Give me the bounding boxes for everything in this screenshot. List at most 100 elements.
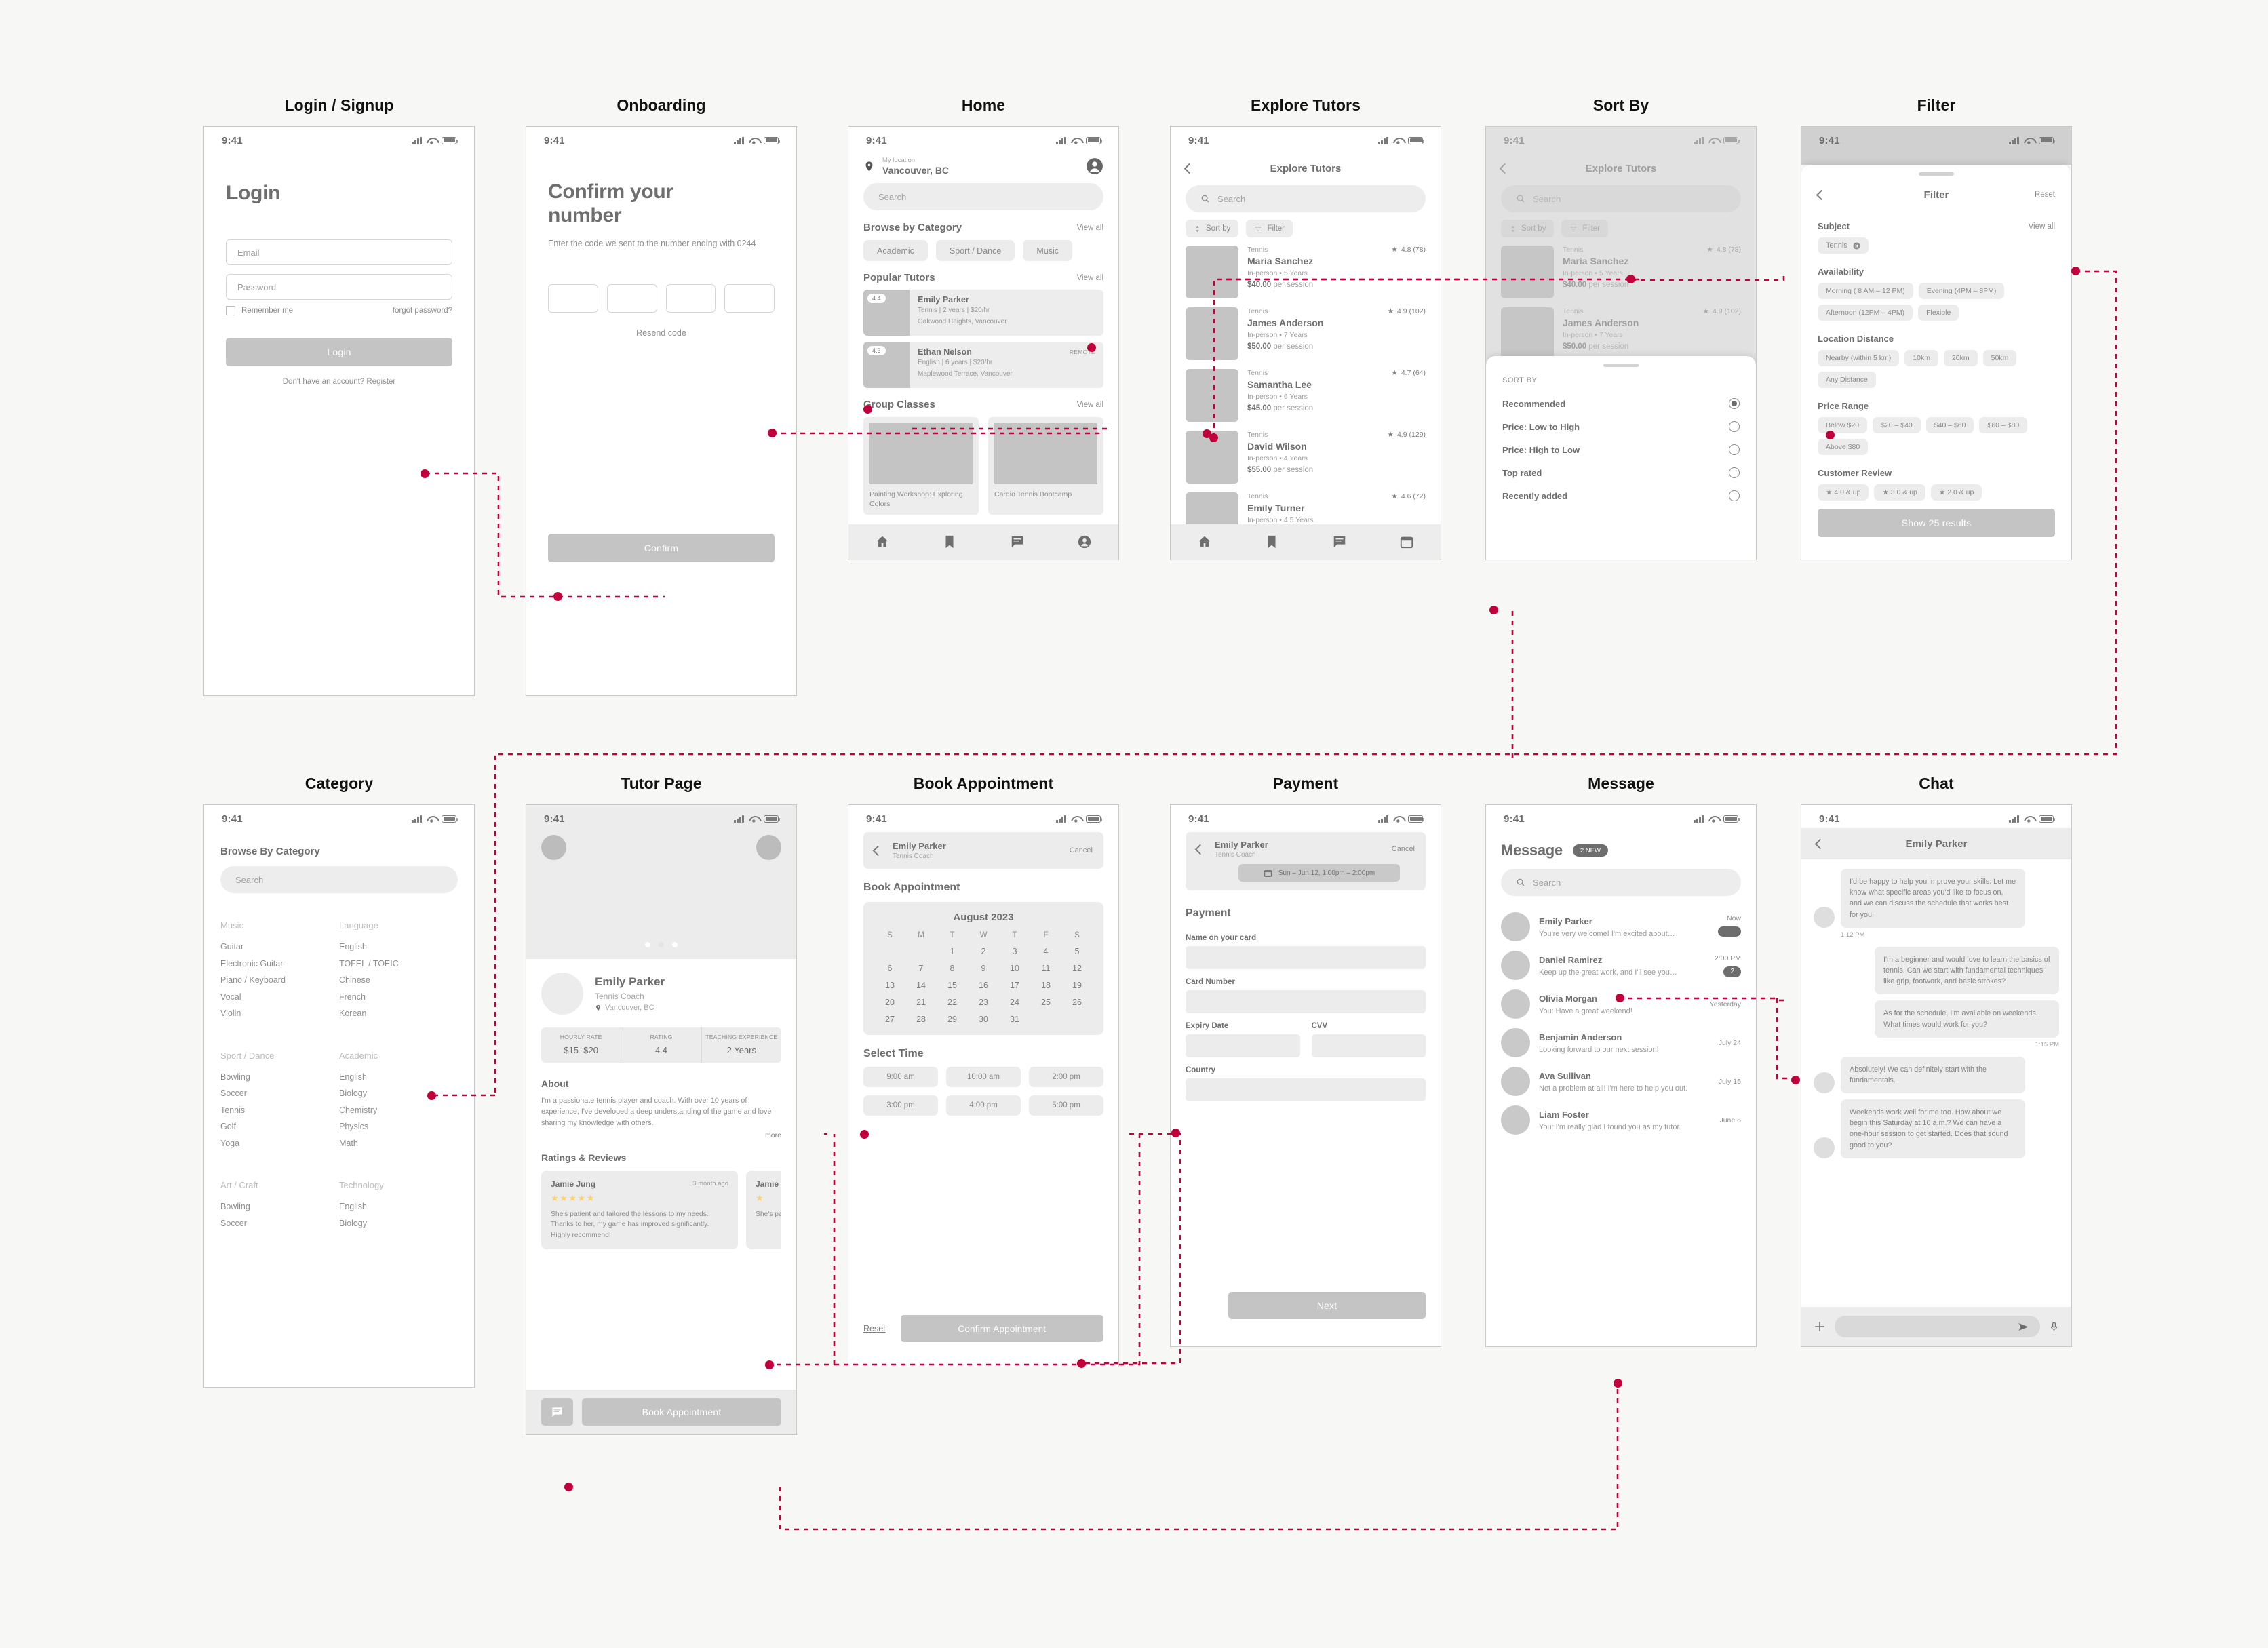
- bookmark-tab-icon[interactable]: [942, 534, 957, 549]
- search-input[interactable]: Search: [1501, 869, 1741, 896]
- calendar-day[interactable]: 9: [968, 964, 999, 973]
- cancel-button[interactable]: Cancel: [1392, 845, 1415, 853]
- category-item[interactable]: Bowling: [220, 1202, 339, 1211]
- group-class-card[interactable]: Cardio Tennis Bootcamp: [988, 417, 1103, 515]
- calendar-day[interactable]: 19: [1061, 981, 1093, 990]
- category-item[interactable]: Physics: [339, 1122, 458, 1131]
- calendar-day[interactable]: 5: [1061, 947, 1093, 956]
- category-item[interactable]: Soccer: [220, 1088, 339, 1098]
- category-item[interactable]: Korean: [339, 1008, 458, 1018]
- category-item[interactable]: English: [339, 1072, 458, 1082]
- popular-tutor-card[interactable]: 4.4 Emily Parker Tennis | 2 years | $20/…: [863, 290, 1103, 336]
- category-item[interactable]: Biology: [339, 1088, 458, 1098]
- password-field[interactable]: Password: [226, 274, 452, 300]
- distance-chip-10km[interactable]: 10km: [1904, 350, 1938, 366]
- category-item[interactable]: English: [339, 942, 458, 951]
- category-item[interactable]: English: [339, 1202, 458, 1211]
- chat-input[interactable]: [1835, 1316, 2040, 1337]
- calendar-day[interactable]: 22: [937, 998, 968, 1007]
- book-appointment-button[interactable]: Book Appointment: [582, 1398, 781, 1426]
- about-more-link[interactable]: more: [541, 1131, 781, 1139]
- sort-by-button[interactable]: Sort by: [1186, 220, 1239, 237]
- availability-chip-morning[interactable]: Morning ( 8 AM – 12 PM): [1818, 283, 1913, 299]
- price-chip-20-40[interactable]: $20 – $40: [1873, 417, 1921, 433]
- send-icon[interactable]: [2017, 1320, 2030, 1333]
- review-chip-3-up[interactable]: ★ 3.0 & up: [1874, 484, 1925, 501]
- calendar-day[interactable]: 20: [874, 998, 905, 1007]
- bookmark-tab-icon[interactable]: [1264, 534, 1279, 549]
- time-slot[interactable]: 3:00 pm: [863, 1095, 938, 1116]
- close-icon[interactable]: [1853, 241, 1860, 250]
- cancel-button[interactable]: Cancel: [1070, 846, 1093, 855]
- calendar-day[interactable]: 26: [1061, 998, 1093, 1007]
- time-slot[interactable]: 4:00 pm: [946, 1095, 1021, 1116]
- radio-top-rated[interactable]: [1729, 467, 1740, 478]
- category-chip-music[interactable]: Music: [1023, 240, 1072, 261]
- message-thread-row[interactable]: Ava Sullivan Not a problem at all! I'm h…: [1501, 1067, 1741, 1096]
- sort-option-recently-added[interactable]: Recently added: [1502, 490, 1740, 501]
- reset-button[interactable]: Reset: [863, 1324, 886, 1333]
- category-chip-academic[interactable]: Academic: [863, 240, 928, 261]
- tutor-row[interactable]: Tennis ★4.8 (78) Maria Sanchez In-person…: [1186, 246, 1426, 298]
- remember-me-checkbox[interactable]: [226, 306, 235, 316]
- next-button[interactable]: Next: [1228, 1292, 1426, 1319]
- category-item[interactable]: Math: [339, 1139, 458, 1148]
- group-class-card[interactable]: Painting Workshop: Exploring Colors: [863, 417, 979, 515]
- home-tab-icon[interactable]: [875, 534, 890, 549]
- search-input[interactable]: Search: [863, 183, 1103, 210]
- confirm-button[interactable]: Confirm: [548, 534, 775, 562]
- calendar-day[interactable]: 16: [968, 981, 999, 990]
- category-item[interactable]: Chinese: [339, 975, 458, 985]
- back-icon[interactable]: [1194, 844, 1206, 855]
- calendar-day[interactable]: 23: [968, 998, 999, 1007]
- back-icon[interactable]: [872, 845, 884, 856]
- category-item[interactable]: Guitar: [220, 942, 339, 951]
- microphone-icon[interactable]: [2049, 1320, 2059, 1333]
- calendar-day[interactable]: 17: [999, 981, 1030, 990]
- appointment-slot-chip[interactable]: Sun – Jun 12, 1:00pm – 2:00pm: [1238, 864, 1400, 882]
- calendar-day[interactable]: 14: [905, 981, 937, 990]
- calendar-day[interactable]: 8: [937, 964, 968, 973]
- calendar-tab-icon[interactable]: [1399, 534, 1414, 549]
- tutor-row[interactable]: Tennis ★ 4.9 (129) David Wilson In-person…: [1186, 431, 1426, 484]
- time-slot[interactable]: 2:00 pm: [1029, 1067, 1103, 1087]
- message-thread-row[interactable]: Liam Foster You: I'm really glad I found…: [1501, 1105, 1741, 1135]
- price-chip-40-60[interactable]: $40 – $60: [1925, 417, 1974, 433]
- time-slot[interactable]: 10:00 am: [946, 1067, 1021, 1087]
- register-link[interactable]: Don't have an account? Register: [226, 378, 452, 386]
- category-item[interactable]: Electronic Guitar: [220, 959, 339, 968]
- calendar-day[interactable]: 3: [999, 947, 1030, 956]
- cvv-input[interactable]: [1311, 1034, 1426, 1057]
- category-item[interactable]: Violin: [220, 1008, 339, 1018]
- calendar-day[interactable]: 11: [1030, 964, 1061, 973]
- category-item[interactable]: TOFEL / TOEIC: [339, 959, 458, 968]
- calendar-day[interactable]: 31: [999, 1015, 1030, 1024]
- price-chip-60-80[interactable]: $60 – $80: [1979, 417, 2028, 433]
- tutor-row[interactable]: Tennis ★ 4.7 (64) Samantha Lee In-person …: [1186, 369, 1426, 422]
- message-tutor-button[interactable]: [541, 1398, 573, 1426]
- search-input[interactable]: Search: [220, 866, 458, 893]
- profile-tab-icon[interactable]: [1077, 534, 1092, 549]
- reset-button[interactable]: Reset: [2035, 191, 2055, 199]
- availability-chip-flexible[interactable]: Flexible: [1918, 305, 1959, 321]
- calendar-day[interactable]: 15: [937, 981, 968, 990]
- sort-option-price-low-high[interactable]: Price: Low to High: [1502, 421, 1740, 432]
- back-button[interactable]: [541, 835, 566, 860]
- search-input[interactable]: Search: [1186, 185, 1426, 212]
- review-chip-4-up[interactable]: ★ 4.0 & up: [1818, 484, 1869, 501]
- category-item[interactable]: Biology: [339, 1219, 458, 1228]
- calendar-day[interactable]: 6: [874, 964, 905, 973]
- message-thread-row[interactable]: Daniel Ramirez Keep up the great work, a…: [1501, 951, 1741, 980]
- subject-view-all[interactable]: View all: [2029, 222, 2055, 231]
- calendar-day[interactable]: 30: [968, 1015, 999, 1024]
- calendar-day[interactable]: 21: [905, 998, 937, 1007]
- category-item[interactable]: Yoga: [220, 1139, 339, 1148]
- radio-price-high-low[interactable]: [1729, 444, 1740, 455]
- calendar-day[interactable]: 1: [937, 947, 968, 956]
- radio-price-low-high[interactable]: [1729, 421, 1740, 432]
- category-item[interactable]: Chemistry: [339, 1105, 458, 1115]
- calendar-day[interactable]: 2: [968, 947, 999, 956]
- location-value[interactable]: Vancouver, BC: [882, 165, 949, 176]
- bookmark-button[interactable]: [756, 835, 781, 860]
- card-number-input[interactable]: [1186, 990, 1426, 1013]
